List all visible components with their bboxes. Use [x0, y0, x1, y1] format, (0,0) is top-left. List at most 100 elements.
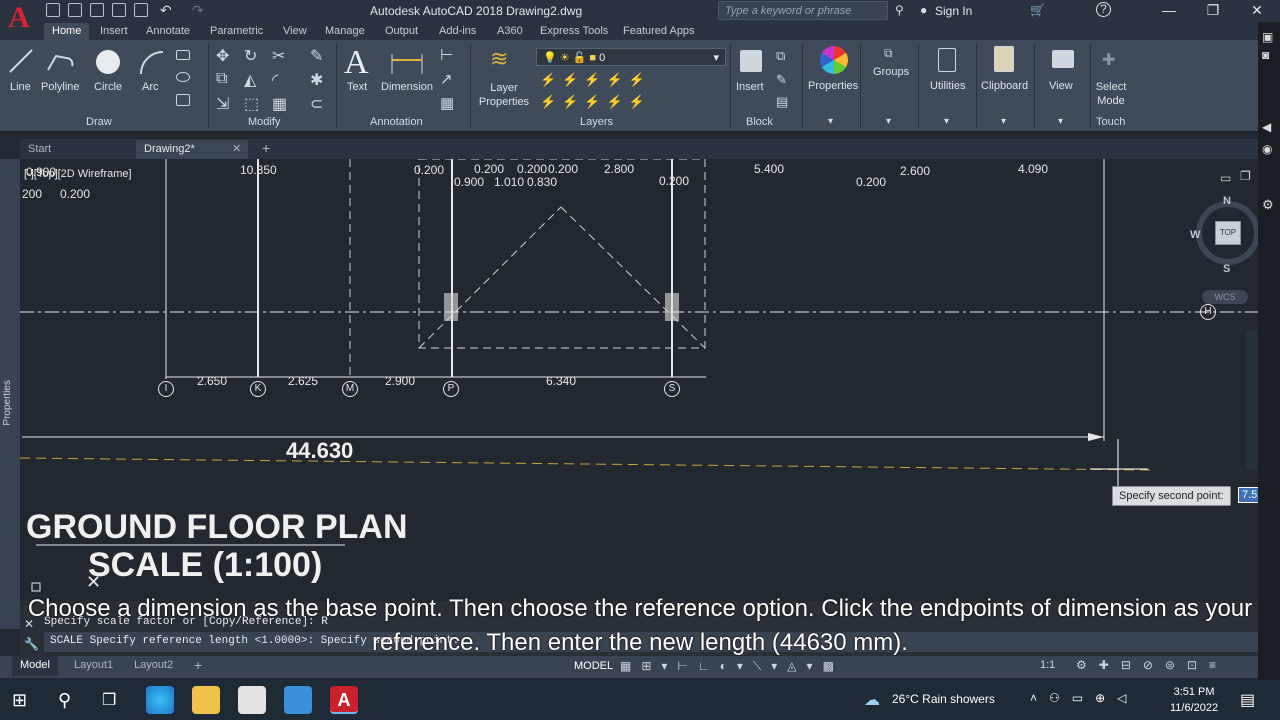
compass-west[interactable]: W — [1190, 229, 1200, 241]
new-tab-icon[interactable]: + — [262, 140, 270, 156]
settings-gear-icon[interactable]: ⚙ — [1262, 197, 1274, 213]
leader-icon[interactable]: ↗ — [440, 70, 453, 88]
open-icon[interactable] — [68, 3, 82, 17]
rectangle-icon[interactable] — [176, 50, 190, 60]
ellipse-icon[interactable] — [176, 72, 190, 82]
groups-expand-icon[interactable]: ▾ — [886, 116, 891, 127]
tab-start[interactable]: Start — [20, 140, 138, 159]
tab-insert[interactable]: Insert — [100, 25, 128, 37]
webcam-icon[interactable]: ◉ — [1262, 142, 1272, 156]
cart-icon[interactable]: 🛒 — [1030, 3, 1045, 17]
clipboard-expand-icon[interactable]: ▾ — [1001, 116, 1006, 127]
view-expand-icon[interactable]: ▾ — [1058, 116, 1063, 127]
compass-south[interactable]: S — [1223, 263, 1230, 275]
groups-button[interactable]: Groups — [873, 66, 909, 78]
circle-button[interactable]: Circle — [94, 81, 122, 93]
maximize-button[interactable]: ❐ — [1190, 0, 1236, 22]
fillet-icon[interactable]: ◜ — [272, 70, 278, 90]
viewport-minimize-icon[interactable]: ▭ — [1220, 171, 1231, 185]
wcs-menu[interactable]: WCS — [1202, 290, 1248, 304]
windows-start-icon[interactable]: ⊞ — [12, 690, 27, 711]
clock[interactable]: 3:51 PM 11/6/2022 — [1170, 684, 1218, 716]
notifications-icon[interactable]: ▤ — [1240, 690, 1255, 710]
clipboard-button[interactable]: Clipboard — [981, 80, 1028, 92]
edge-icon[interactable] — [146, 686, 174, 714]
tab-annotate[interactable]: Annotate — [146, 25, 190, 37]
annotation-panel-title[interactable]: Annotation — [370, 116, 423, 128]
view-button[interactable]: View — [1049, 80, 1073, 92]
tab-a360[interactable]: A360 — [497, 25, 523, 37]
camera-icon[interactable]: ◙ — [1262, 48, 1269, 62]
arc-button[interactable]: Arc — [142, 81, 159, 93]
binoculars-icon[interactable]: ⚲ — [895, 3, 904, 17]
block-attr-icon[interactable]: ▤ — [776, 94, 788, 110]
save-as-icon[interactable] — [112, 3, 126, 17]
erase-icon[interactable]: ✎ — [310, 46, 323, 66]
tab-manage[interactable]: Manage — [325, 25, 365, 37]
minimize-button[interactable]: — — [1146, 0, 1192, 22]
autocad-taskbar-icon[interactable]: A — [330, 686, 358, 714]
offset-icon[interactable]: ⊂ — [310, 94, 323, 114]
touch-panel-title[interactable]: Touch — [1096, 116, 1125, 128]
close-tab-icon[interactable]: ✕ — [232, 142, 241, 155]
linear-dim-icon[interactable]: ⊢ — [440, 46, 453, 64]
close-button[interactable]: ✕ — [1234, 0, 1280, 22]
text-button[interactable]: Text — [347, 81, 367, 93]
copy-icon[interactable]: ⧉ — [216, 70, 227, 88]
search-input[interactable]: Type a keyword or phrase — [718, 1, 888, 20]
utilities-expand-icon[interactable]: ▾ — [944, 116, 949, 127]
select-mode-button[interactable]: Select Mode — [1094, 80, 1128, 108]
table-icon[interactable]: ▦ — [440, 94, 454, 112]
viewcube-top-face[interactable]: TOP — [1215, 221, 1241, 245]
task-view-icon[interactable]: ❐ — [102, 690, 116, 710]
tab-parametric[interactable]: Parametric — [210, 25, 263, 37]
print-icon[interactable] — [134, 3, 148, 17]
tab-express-tools[interactable]: Express Tools — [540, 25, 608, 37]
system-tray-icons[interactable]: ˄⚇▭⊕◁ — [1030, 691, 1138, 705]
stretch-icon[interactable]: ⇲ — [216, 94, 229, 114]
layer-properties-button[interactable]: Layer Properties — [476, 81, 532, 109]
redo-icon[interactable]: ↷ — [192, 2, 204, 19]
line-button[interactable]: Line — [10, 81, 31, 93]
recorder-icon[interactable]: ▣ — [1262, 30, 1273, 44]
hatch-icon[interactable] — [176, 94, 190, 106]
add-layout-icon[interactable]: + — [194, 657, 202, 673]
move-icon[interactable]: ✥ — [216, 46, 229, 66]
layer-dropdown[interactable]: 💡 ☀ 🔓 ■ 0 ▾ — [536, 48, 726, 66]
tab-model[interactable]: Model — [12, 656, 58, 676]
utilities-button[interactable]: Utilities — [930, 80, 965, 92]
application-menu-button[interactable]: A — [0, 0, 38, 40]
edit-block-icon[interactable]: ✎ — [776, 72, 787, 88]
scale-icon[interactable]: ⬚ — [244, 94, 259, 114]
mirror-icon[interactable]: ◭ — [244, 70, 256, 90]
viewport-restore-icon[interactable]: ❐ — [1240, 169, 1251, 183]
file-explorer-icon[interactable] — [192, 686, 220, 714]
draw-panel-title[interactable]: Draw — [86, 116, 112, 128]
save-icon[interactable] — [90, 3, 104, 17]
new-icon[interactable] — [46, 3, 60, 17]
properties-expand-icon[interactable]: ▾ — [828, 116, 833, 127]
tab-add-ins[interactable]: Add-ins — [439, 25, 476, 37]
help-icon[interactable]: ? — [1096, 2, 1111, 17]
array-icon[interactable]: ▦ — [272, 94, 287, 114]
sign-in-link[interactable]: Sign In — [935, 4, 972, 18]
dimension-button[interactable]: Dimension — [381, 81, 433, 93]
speaker-icon[interactable]: ◀ — [1262, 120, 1271, 134]
annotation-scale[interactable]: 1:1 — [1040, 659, 1055, 671]
tab-output[interactable]: Output — [385, 25, 418, 37]
drafting-toggles-icon[interactable]: ▦⊞▾⊢∟◐▾⟍▾◬▾▩ — [620, 659, 844, 674]
properties-button[interactable]: Properties — [808, 80, 858, 92]
mail-icon[interactable] — [284, 686, 312, 714]
tab-view[interactable]: View — [283, 25, 307, 37]
layer-tools-2-icon[interactable]: ⚡⚡⚡⚡⚡ — [540, 94, 651, 110]
tab-layout1[interactable]: Layout1 — [66, 656, 121, 676]
tab-home[interactable]: Home — [44, 23, 90, 40]
store-icon[interactable] — [238, 686, 266, 714]
undo-icon[interactable]: ↶ — [160, 2, 172, 19]
rotate-icon[interactable]: ↻ — [244, 46, 257, 66]
modify-panel-title[interactable]: Modify — [248, 116, 280, 128]
layers-panel-title[interactable]: Layers — [580, 116, 613, 128]
explode-icon[interactable]: ✱ — [310, 70, 323, 90]
tab-featured-apps[interactable]: Featured Apps — [623, 25, 695, 37]
block-panel-title[interactable]: Block — [746, 116, 773, 128]
